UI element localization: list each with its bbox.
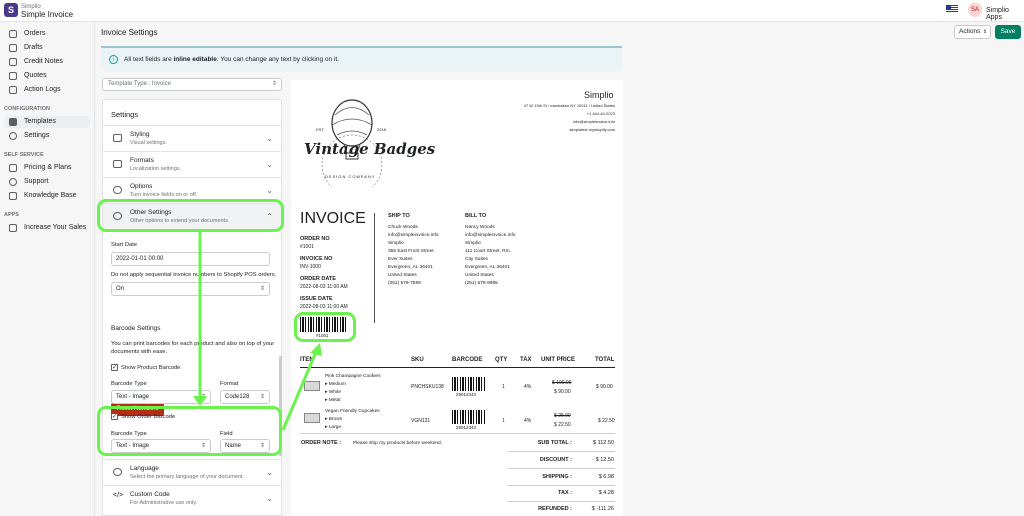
annotation-arrows bbox=[193, 232, 322, 431]
